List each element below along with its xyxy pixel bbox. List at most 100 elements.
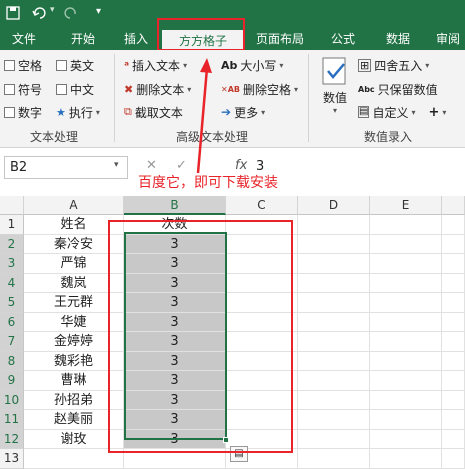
round-button[interactable]: ⊞ 四舍五入 ▾ <box>358 56 429 74</box>
cell-empty[interactable] <box>442 371 465 391</box>
more-button[interactable]: ➔ 更多 ▾ <box>221 103 265 121</box>
row-header[interactable]: 4 <box>0 273 24 293</box>
cell-empty[interactable] <box>298 429 370 449</box>
cell-empty[interactable] <box>298 332 370 352</box>
chevron-down-icon[interactable]: ▾ <box>96 6 101 17</box>
cell-empty[interactable] <box>442 332 465 352</box>
cell-empty[interactable] <box>370 410 442 430</box>
undo-icon[interactable] <box>32 6 48 20</box>
cell-empty[interactable] <box>370 215 442 235</box>
cell-empty[interactable] <box>442 410 465 430</box>
custom-button[interactable]: ▤ 自定义 ▾ + ▾ <box>358 103 446 121</box>
checkbox-space[interactable]: 空格 <box>4 56 42 74</box>
save-icon[interactable] <box>6 6 20 20</box>
cell-empty[interactable] <box>442 293 465 313</box>
enter-icon[interactable]: ✓ <box>176 158 187 173</box>
delete-space-button[interactable]: ✕AB 删除空格 ▾ <box>221 80 298 98</box>
cancel-icon[interactable]: ✕ <box>146 158 157 173</box>
checkbox-chinese[interactable]: 中文 <box>56 80 94 98</box>
cell-empty[interactable] <box>298 351 370 371</box>
select-all-corner[interactable] <box>0 196 24 215</box>
row-header[interactable]: 3 <box>0 254 24 274</box>
plus-icon[interactable]: + <box>428 105 439 120</box>
cell-empty[interactable] <box>298 293 370 313</box>
checkbox-symbol[interactable]: 符号 <box>4 80 42 98</box>
cell-empty[interactable] <box>442 273 465 293</box>
value-entry-button[interactable]: 数值 ▾ <box>316 56 354 118</box>
cell-empty[interactable] <box>370 273 442 293</box>
column-header-e[interactable]: E <box>370 196 442 215</box>
row-header[interactable]: 11 <box>0 410 24 430</box>
cell-empty[interactable] <box>298 390 370 410</box>
checkbox-english[interactable]: 英文 <box>56 56 94 74</box>
tab-insert[interactable]: 插入 <box>112 28 160 50</box>
cell-empty[interactable] <box>298 312 370 332</box>
cell-empty[interactable] <box>442 390 465 410</box>
cell-empty[interactable] <box>298 410 370 430</box>
tab-data[interactable]: 数据 <box>374 28 422 50</box>
tab-file[interactable]: 文件 <box>2 28 46 50</box>
tab-review[interactable]: 审阅 <box>428 28 465 50</box>
cell-empty[interactable] <box>442 312 465 332</box>
row-header[interactable]: 7 <box>0 332 24 352</box>
name-box[interactable]: B2 <box>4 156 128 179</box>
custom-icon: ▤ <box>358 106 370 118</box>
value-entry-icon <box>322 57 346 85</box>
row-header[interactable]: 12 <box>0 429 24 449</box>
tab-formulas[interactable]: 公式 <box>318 28 368 50</box>
fx-icon[interactable]: fx <box>235 158 247 173</box>
cell-empty[interactable] <box>370 429 442 449</box>
row-header[interactable]: 13 <box>0 449 24 469</box>
cell-empty[interactable] <box>370 449 442 469</box>
cell-empty[interactable] <box>370 254 442 274</box>
row-header[interactable]: 1 <box>0 215 24 235</box>
cell-empty[interactable] <box>370 371 442 391</box>
case-button[interactable]: Ab 大小写 ▾ <box>221 56 283 74</box>
cell-empty[interactable] <box>442 449 465 469</box>
cell-empty[interactable] <box>370 293 442 313</box>
extract-text-button[interactable]: ⧉ 截取文本 <box>124 103 183 121</box>
cell-empty[interactable] <box>370 312 442 332</box>
cell-empty[interactable] <box>298 449 370 469</box>
cell-empty[interactable] <box>370 390 442 410</box>
cell-empty[interactable] <box>442 215 465 235</box>
redo-icon[interactable] <box>62 6 78 20</box>
execute-button[interactable]: ★ 执行 ▾ <box>56 103 100 121</box>
column-header-a[interactable]: A <box>24 196 124 215</box>
keep-value-button[interactable]: Abc 只保留数值 <box>358 80 438 98</box>
row-header[interactable]: 2 <box>0 234 24 254</box>
cell-empty[interactable] <box>298 215 370 235</box>
delete-text-button[interactable]: ✖ 删除文本 ▾ <box>124 80 191 98</box>
insert-text-button[interactable]: ᵃ 插入文本 ▾ <box>124 56 187 74</box>
cell-empty[interactable] <box>442 351 465 371</box>
column-header-f[interactable] <box>442 196 465 215</box>
checkbox-number[interactable]: 数字 <box>4 103 42 121</box>
cell-empty[interactable] <box>298 234 370 254</box>
ribbon: 空格 英文 符号 中文 数字 ★ 执行 ▾ 文本处理 ᵃ 插入文本 ▾ ✖ 删除文本 ▾ ⧉… <box>0 50 465 148</box>
column-header-d[interactable]: D <box>298 196 370 215</box>
column-header-b[interactable]: B <box>124 196 226 215</box>
tab-home[interactable]: 开始 <box>58 28 108 50</box>
cell-empty[interactable] <box>298 254 370 274</box>
checkbox-space-label: 空格 <box>18 58 43 73</box>
highlight-box <box>108 220 293 453</box>
row-header[interactable]: 10 <box>0 390 24 410</box>
cell-empty[interactable] <box>370 351 442 371</box>
row-header[interactable]: 8 <box>0 351 24 371</box>
row-header[interactable]: 5 <box>0 293 24 313</box>
column-header-c[interactable]: C <box>226 196 298 215</box>
name-box-dropdown-icon[interactable]: ▾ <box>114 160 119 170</box>
undo-dropdown-icon[interactable]: ▾ <box>50 5 55 15</box>
execute-label: 执行 <box>68 105 93 120</box>
case-label: 大小写 <box>240 58 277 73</box>
cell-empty[interactable] <box>442 234 465 254</box>
cell-empty[interactable] <box>370 234 442 254</box>
cell-empty[interactable] <box>442 254 465 274</box>
cell-empty[interactable] <box>370 332 442 352</box>
cell-empty[interactable] <box>298 371 370 391</box>
row-header[interactable]: 9 <box>0 371 24 391</box>
cell-empty[interactable] <box>442 429 465 449</box>
tab-page-layout[interactable]: 页面布局 <box>250 28 310 50</box>
cell-empty[interactable] <box>298 273 370 293</box>
row-header[interactable]: 6 <box>0 312 24 332</box>
